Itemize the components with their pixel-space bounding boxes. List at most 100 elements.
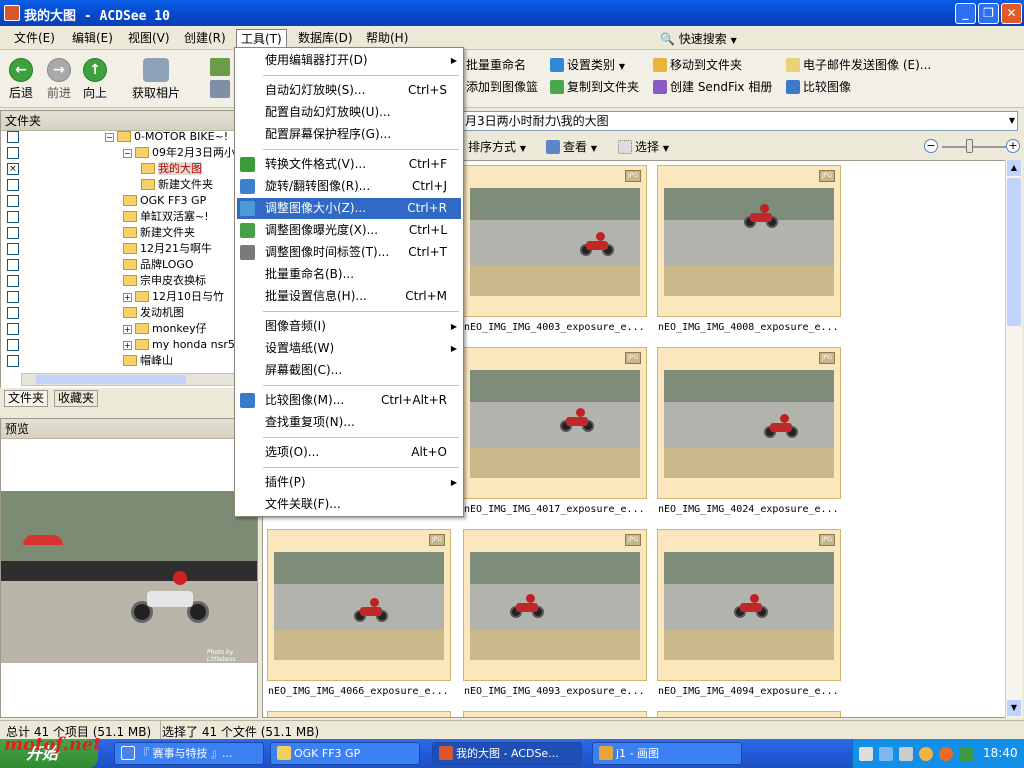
folder-checkbox[interactable]	[7, 147, 19, 159]
folder-checkbox[interactable]	[7, 227, 19, 239]
grid-vscrollbar[interactable]: ▲ ▼	[1005, 160, 1022, 718]
zoom-out-icon[interactable]: −	[924, 139, 938, 153]
compare-images-button[interactable]: 比较图像	[786, 78, 851, 96]
move-to-folder-button[interactable]: 移动到文件夹	[653, 56, 742, 74]
folder-checkbox[interactable]	[7, 131, 19, 143]
sendfix-album-button[interactable]: 创建 SendFix 相册	[653, 78, 772, 96]
folder-row[interactable]: × 我的大图	[1, 161, 257, 177]
zoom-slider[interactable]	[942, 146, 1008, 148]
folder-row[interactable]: 新建文件夹	[1, 177, 257, 193]
folder-row[interactable]: 帽峰山	[1, 353, 257, 369]
folder-checkbox[interactable]	[7, 179, 19, 191]
tree-expander-icon[interactable]: +	[123, 325, 132, 334]
keyboard-icon[interactable]	[859, 747, 873, 761]
thumbnail[interactable]: JPG nEO_IMG_IMG_4094_exposure_e...	[657, 529, 841, 697]
task-button-forum[interactable]: 『 赛事与特技 』...	[114, 742, 264, 765]
menu-create[interactable]: 创建(R)	[180, 29, 230, 47]
menu-file[interactable]: 文件(E)	[10, 29, 59, 47]
folder-checkbox[interactable]	[7, 323, 19, 335]
acquire-photos-button[interactable]: 获取相片	[126, 58, 186, 101]
path-bar[interactable]: 月3日两小时耐力\我的大图 ▼	[460, 111, 1018, 131]
qq-icon[interactable]	[939, 747, 953, 761]
tree-expander-icon[interactable]: −	[105, 133, 114, 142]
task-button-paint[interactable]: j1 - 画图	[592, 742, 742, 765]
tools-menu-item[interactable]: 旋转/翻转图像(R)... Ctrl+J	[237, 176, 461, 197]
up-button[interactable]: ↑ 向上	[80, 58, 110, 101]
tools-menu-item[interactable]: 调整图像时间标签(T)... Ctrl+T	[237, 242, 461, 263]
select-button[interactable]: 选择 ▼	[618, 138, 669, 156]
folder-checkbox[interactable]	[7, 211, 19, 223]
tab-folders[interactable]: 文件夹	[4, 390, 49, 407]
tools-menu-item[interactable]: 比较图像(M)... Ctrl+Alt+R	[237, 390, 461, 411]
thumbnail[interactable]	[657, 711, 841, 717]
folder-hscrollbar[interactable]	[21, 373, 237, 386]
zoom-slider-thumb[interactable]	[966, 139, 973, 153]
thumbnail[interactable]: JPG nEO_IMG_IMG_4008_exposure_e...	[657, 165, 841, 333]
folder-checkbox[interactable]	[7, 243, 19, 255]
menu-help[interactable]: 帮助(H)	[362, 29, 412, 47]
thumbnail[interactable]	[267, 711, 451, 717]
tools-menu-item[interactable]: 文件关联(F)...	[237, 494, 461, 515]
folder-row[interactable]: + my honda nsr5	[1, 337, 257, 353]
folder-row[interactable]: 单缸双活塞~!	[1, 209, 257, 225]
folder-row[interactable]: 发动机图	[1, 305, 257, 321]
volume-icon[interactable]	[899, 747, 913, 761]
tree-expander-icon[interactable]: −	[123, 149, 132, 158]
tools-menu-item[interactable]: 批量重命名(B)...	[237, 264, 461, 285]
email-images-button[interactable]: 电子邮件发送图像 (E)...	[786, 56, 931, 74]
tree-expander-icon[interactable]: +	[123, 341, 132, 350]
tools-menu-item[interactable]: 自动幻灯放映(S)... Ctrl+S	[237, 80, 461, 101]
edit-icon[interactable]	[210, 58, 230, 76]
tools-menu-item[interactable]: 图像音频(I) ▶	[237, 316, 461, 337]
tools-menu-item[interactable]: 屏幕截图(C)...	[237, 360, 461, 381]
tools-menu-item[interactable]: 转换文件格式(V)... Ctrl+F	[237, 154, 461, 175]
folder-row[interactable]: − 09年2月3日两小	[1, 145, 257, 161]
menu-view[interactable]: 视图(V)	[124, 29, 174, 47]
folder-row[interactable]: 宗申皮衣换标	[1, 273, 257, 289]
monitor-icon[interactable]	[879, 747, 893, 761]
tools-menu-item[interactable]: 插件(P) ▶	[237, 472, 461, 493]
folder-row[interactable]: 12月21与啊牛	[1, 241, 257, 257]
chevron-down-icon[interactable]: ▼	[1009, 112, 1015, 130]
tools-menu-item[interactable]: 调整图像大小(Z)... Ctrl+R	[237, 198, 461, 219]
quick-search-button[interactable]: 🔍 快速搜索 ▼	[660, 30, 737, 48]
folder-checkbox[interactable]	[7, 275, 19, 287]
tools-menu-item[interactable]: 查找重复项(N)...	[237, 412, 461, 433]
forward-button[interactable]: → 前进	[44, 58, 74, 101]
tree-expander-icon[interactable]: +	[123, 293, 132, 302]
scroll-down-icon[interactable]: ▼	[1007, 700, 1021, 716]
security-icon[interactable]	[959, 747, 973, 761]
thumbnail[interactable]: JPG nEO_IMG_IMG_4024_exposure_e...	[657, 347, 841, 515]
tools-menu-item[interactable]: 选项(O)... Alt+O	[237, 442, 461, 463]
back-button[interactable]: ← 后退	[6, 58, 36, 101]
tools-menu-item[interactable]: 调整图像曝光度(X)... Ctrl+L	[237, 220, 461, 241]
copy-to-folder-button[interactable]: 复制到文件夹	[550, 78, 639, 96]
tools-menu-item[interactable]: 配置自动幻灯放映(U)...	[237, 102, 461, 123]
folder-row[interactable]: 品牌LOGO	[1, 257, 257, 273]
set-category-button[interactable]: 设置类别 ▼	[550, 56, 625, 74]
minimize-button[interactable]: _	[955, 3, 976, 24]
zoom-in-icon[interactable]: +	[1006, 139, 1020, 153]
thumbnail[interactable]: JPG nEO_IMG_IMG_4017_exposure_e...	[463, 347, 647, 515]
tools-menu-item[interactable]: 批量设置信息(H)... Ctrl+M	[237, 286, 461, 307]
menu-tools[interactable]: 工具(T)	[236, 29, 287, 47]
thumbnail[interactable]: JPG nEO_IMG_IMG_4003_exposure_e...	[463, 165, 647, 333]
view-mode-button[interactable]: 查看 ▼	[546, 138, 597, 156]
task-button-folder[interactable]: OGK FF3 GP	[270, 742, 420, 765]
tools-menu-item[interactable]: 使用编辑器打开(D) ▶	[237, 50, 461, 71]
menu-database[interactable]: 数据库(D)	[294, 29, 357, 47]
thumbnail[interactable]: JPG nEO_IMG_IMG_4066_exposure_e...	[267, 529, 451, 697]
folder-checkbox[interactable]: ×	[7, 163, 19, 175]
network-icon[interactable]	[919, 747, 933, 761]
menu-edit[interactable]: 编辑(E)	[68, 29, 117, 47]
restore-button[interactable]: ❐	[978, 3, 999, 24]
folder-row[interactable]: − 0-MOTOR BIKE~!	[1, 129, 257, 145]
folder-checkbox[interactable]	[7, 291, 19, 303]
folder-row[interactable]: 新建文件夹	[1, 225, 257, 241]
folder-row[interactable]: +12月10日与竹	[1, 289, 257, 305]
thumbnail[interactable]	[463, 711, 647, 717]
folder-row[interactable]: OGK FF3 GP	[1, 193, 257, 209]
print-icon[interactable]	[210, 80, 230, 98]
folder-checkbox[interactable]	[7, 355, 19, 367]
add-to-basket-button[interactable]: 添加到图像篮	[466, 78, 538, 96]
